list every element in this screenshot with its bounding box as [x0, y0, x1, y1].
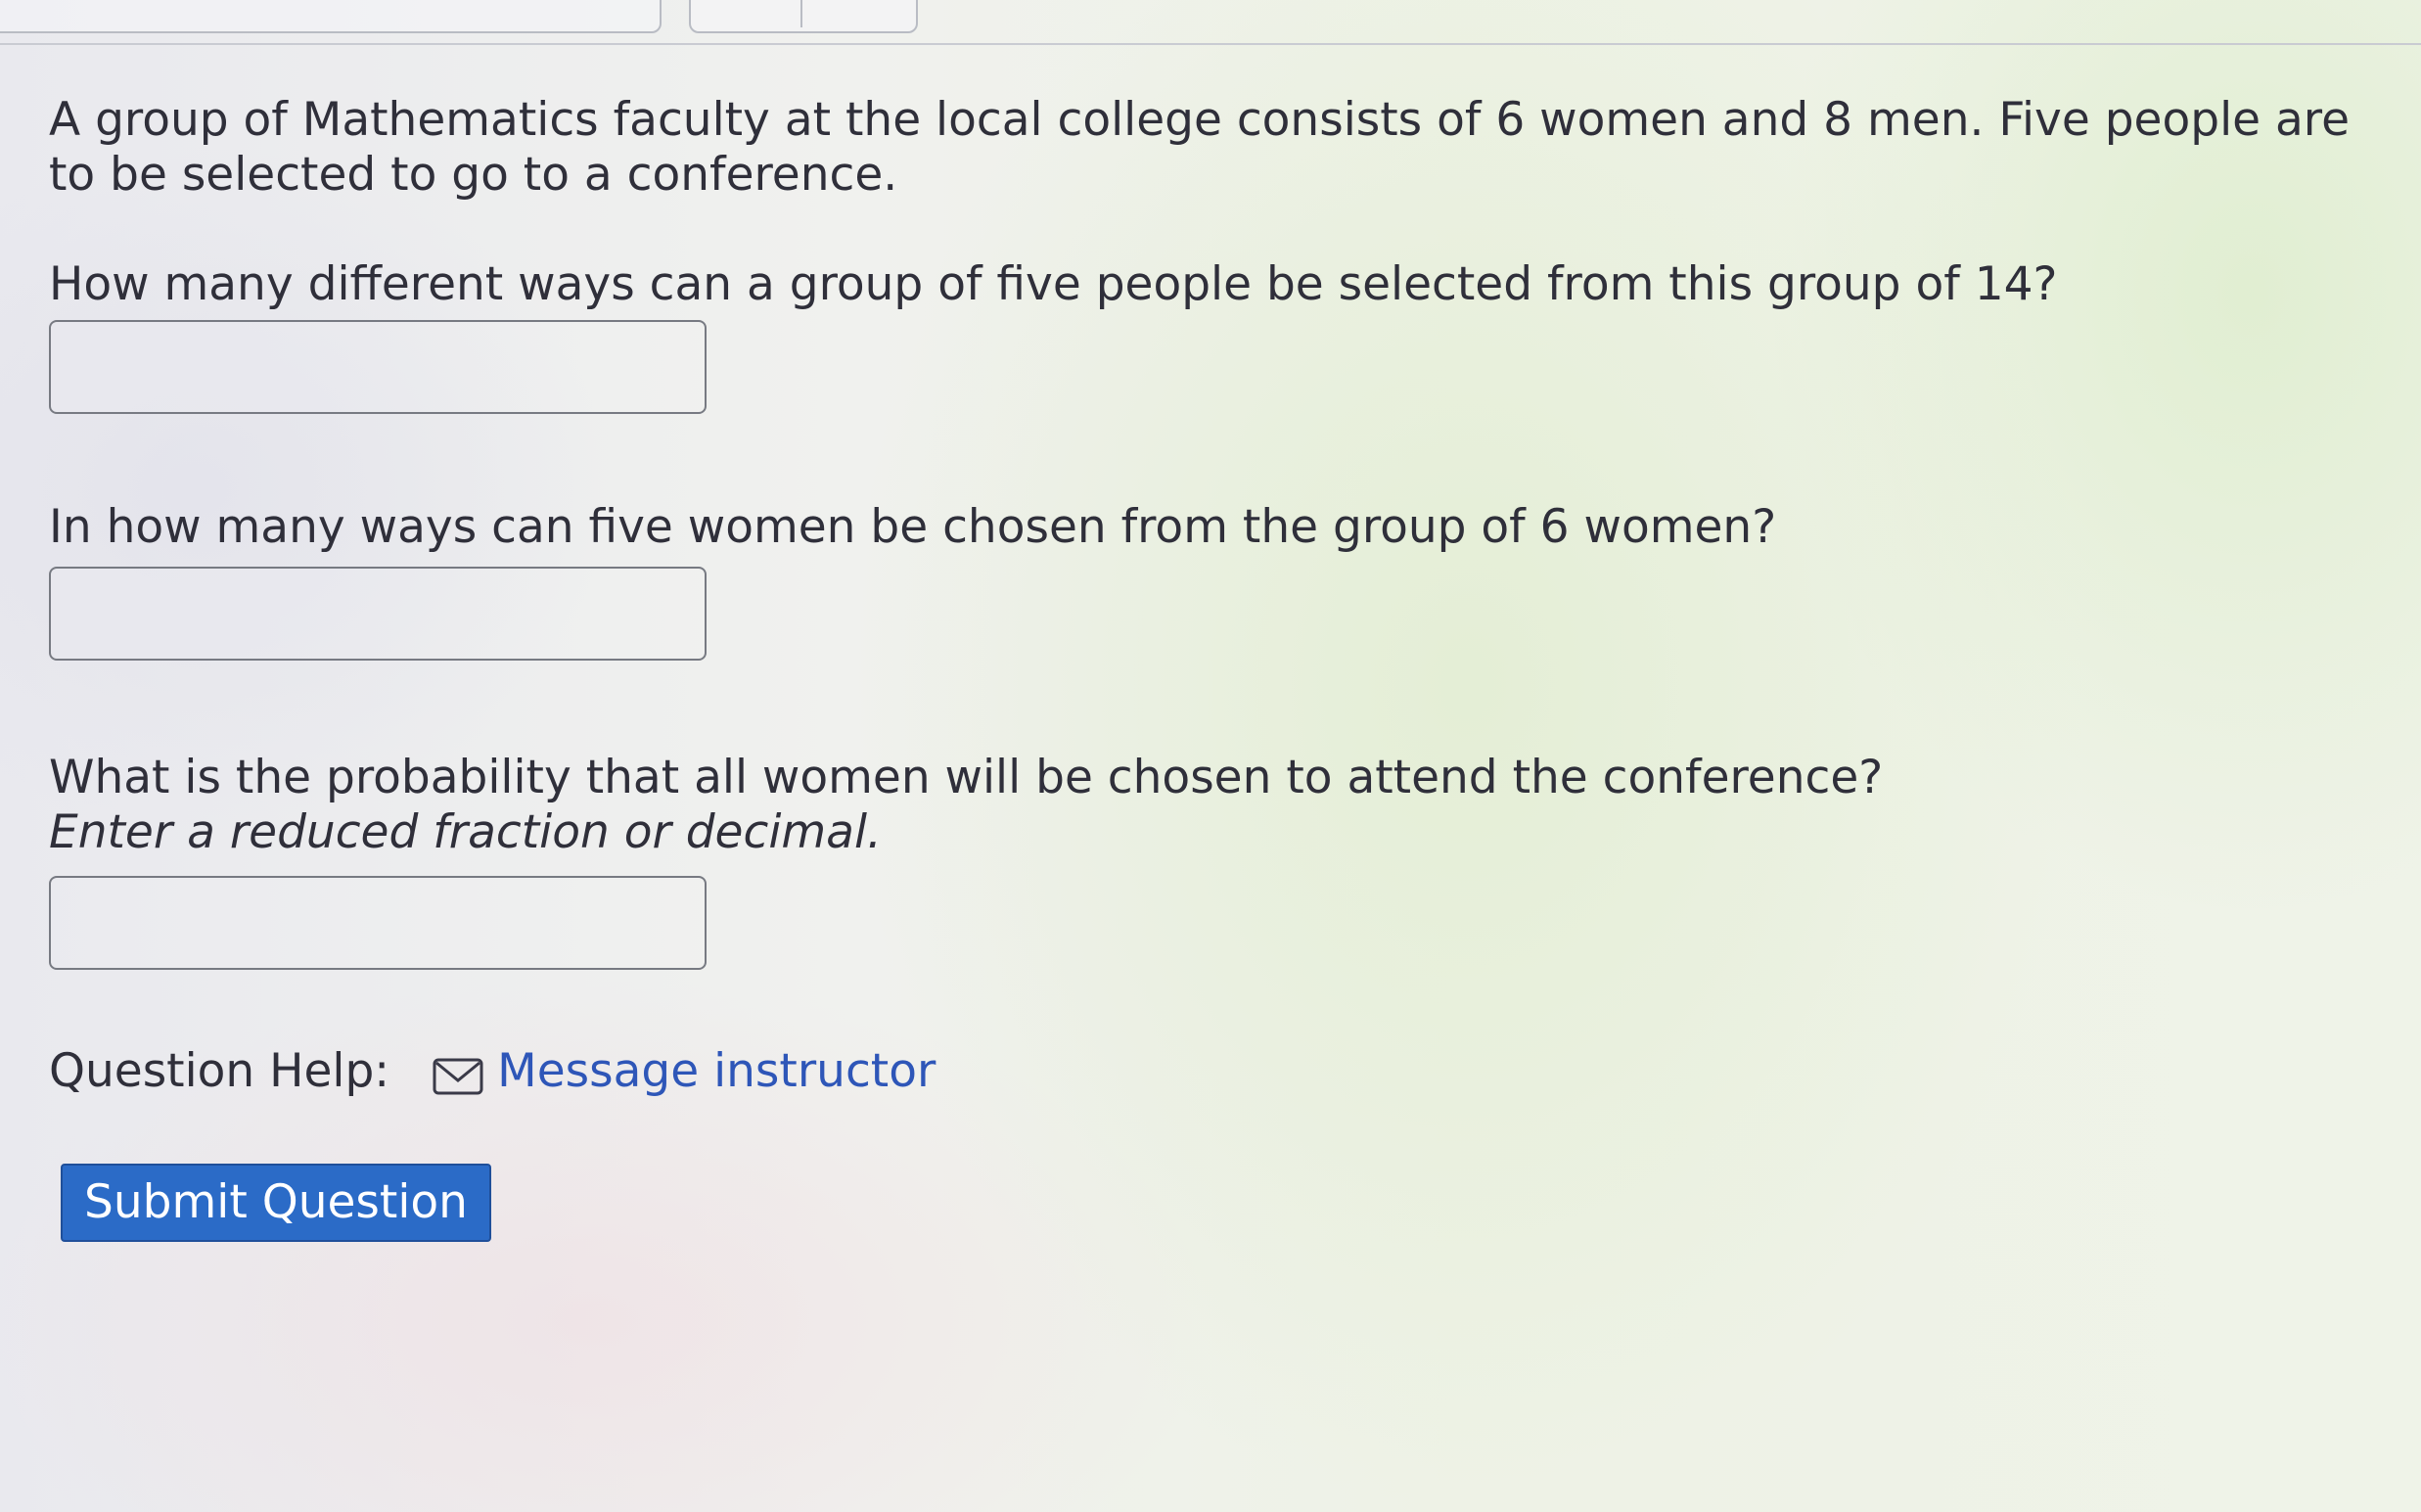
part3-hint: Enter a reduced fraction or decimal.	[49, 805, 882, 859]
question-body: A group of Mathematics faculty at the lo…	[49, 93, 2378, 1242]
question-help-row: Question Help: Message instructor	[49, 1042, 2378, 1101]
part3-answer-input[interactable]	[49, 876, 707, 970]
message-instructor-link[interactable]: Message instructor	[497, 1042, 936, 1101]
tab-divider	[800, 0, 802, 27]
tab-right[interactable]	[689, 0, 918, 33]
top-divider	[0, 43, 2421, 45]
part3-prompt: What is the probability that all women w…	[49, 751, 1884, 804]
part1-prompt: How many different ways can a group of f…	[49, 257, 2058, 311]
mail-icon[interactable]	[433, 1052, 483, 1095]
part2-prompt: In how many ways can five women be chose…	[49, 500, 1777, 554]
top-tab-bar	[0, 0, 2421, 45]
submit-question-button[interactable]: Submit Question	[61, 1164, 491, 1242]
part2-answer-input[interactable]	[49, 567, 707, 661]
part1-answer-input[interactable]	[49, 320, 707, 414]
tab-left[interactable]	[0, 0, 662, 33]
question-help-label: Question Help:	[49, 1044, 390, 1098]
question-intro: A group of Mathematics faculty at the lo…	[49, 93, 2350, 202]
